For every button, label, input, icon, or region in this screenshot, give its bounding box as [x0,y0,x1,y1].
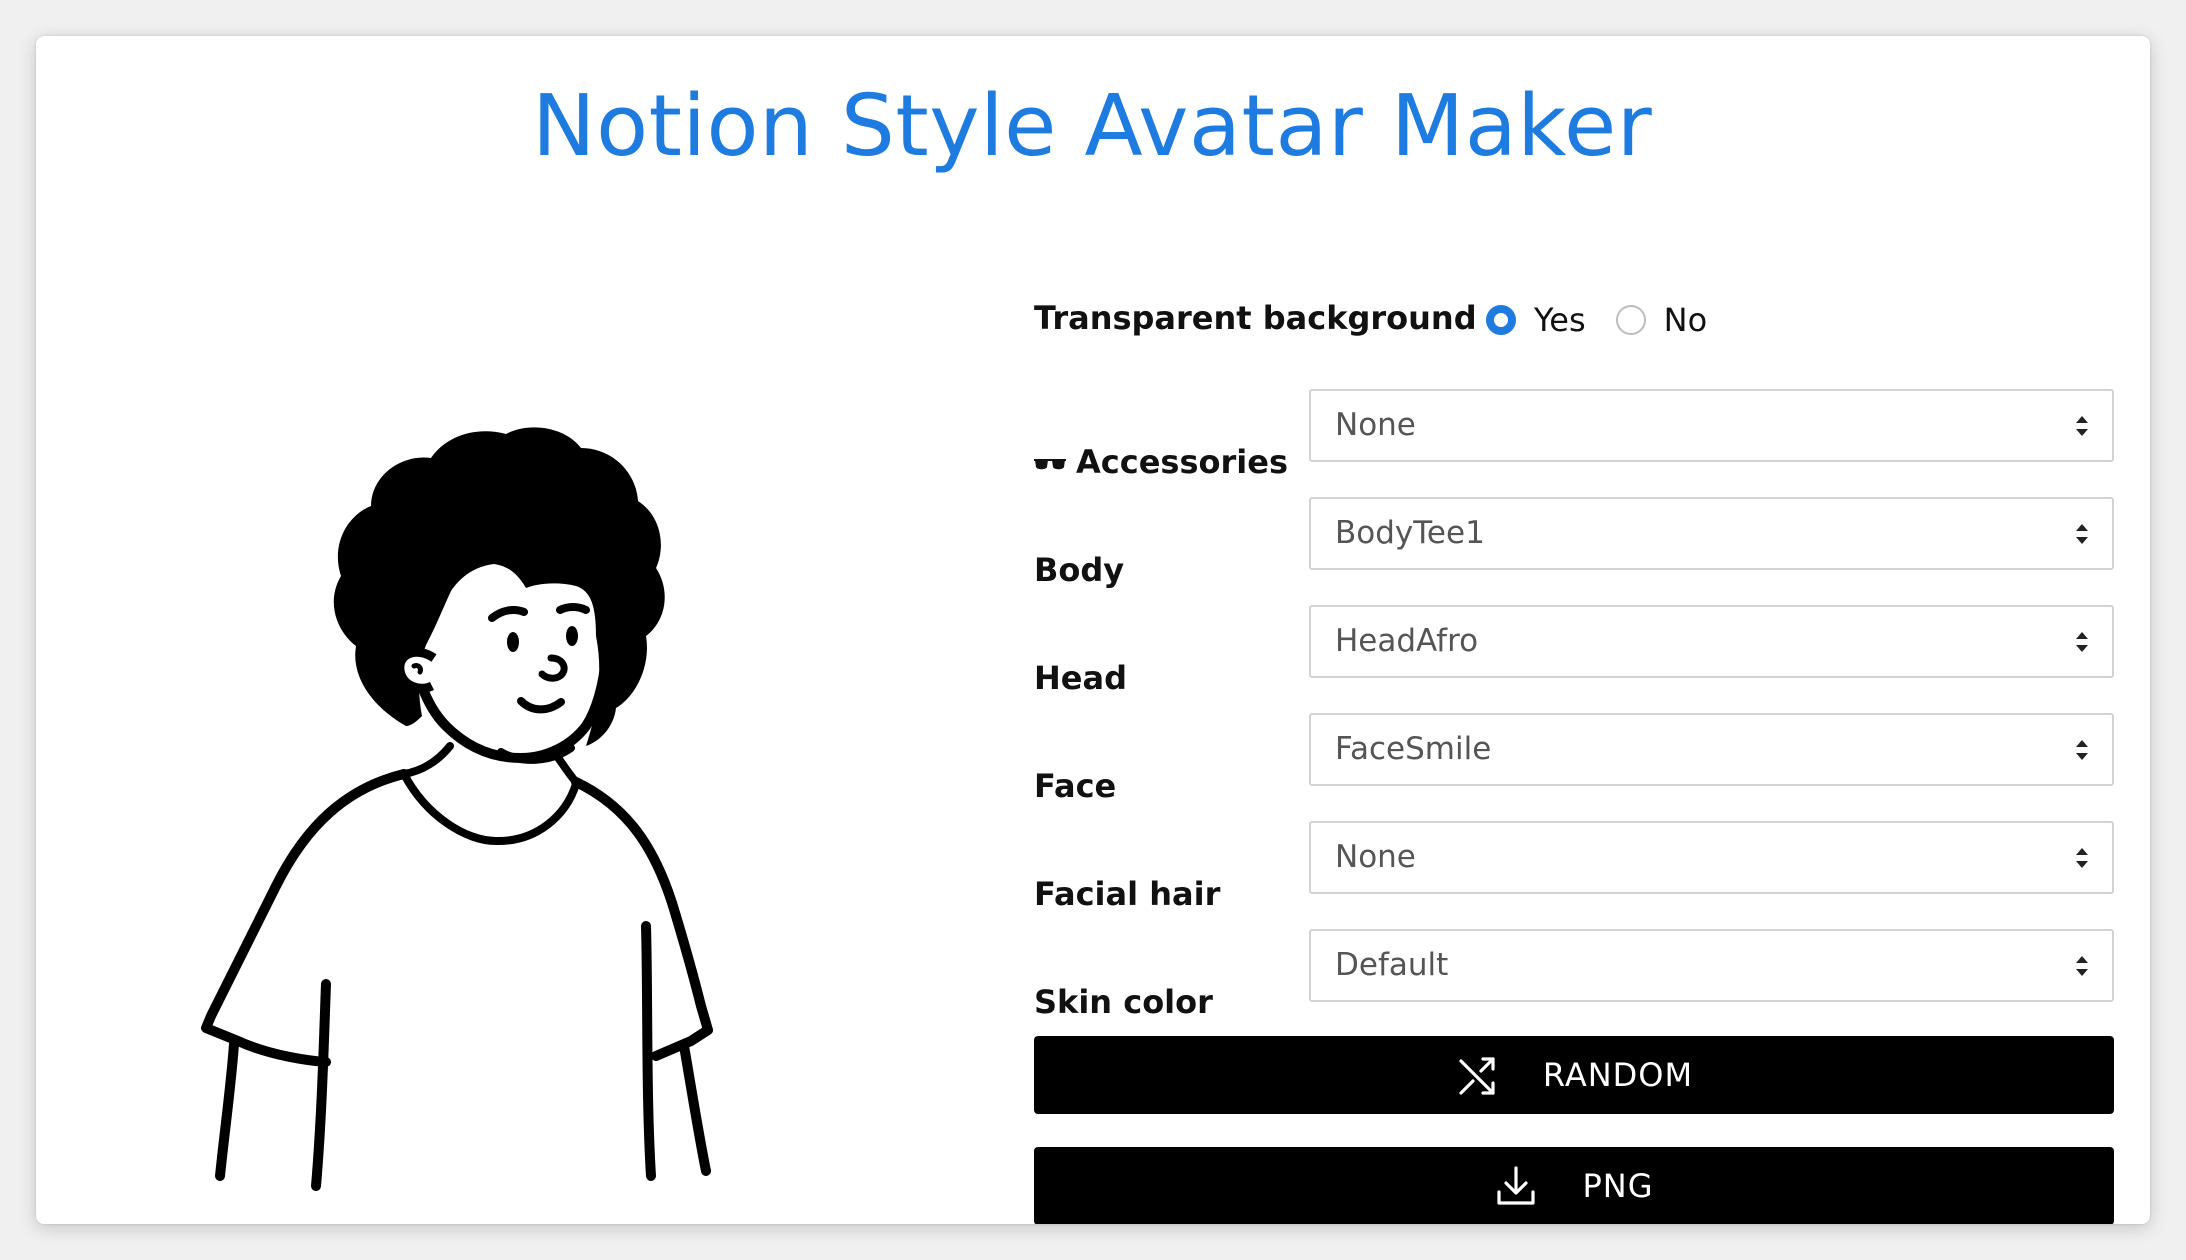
avatar-options-form: Transparent background Yes No Accessorie… [1034,36,2116,1224]
body-select-value: BodyTee1 [1335,515,1485,551]
head-select[interactable]: HeadAfro [1309,605,2114,678]
radio-no[interactable]: No [1615,301,1708,339]
transparent-background-label: Transparent background [1034,299,1477,337]
select-arrows-icon [2076,632,2088,652]
skin-color-select-value: Default [1335,947,1449,983]
radio-no-label: No [1663,301,1708,339]
random-button-label: RANDOM [1542,1056,1694,1094]
transparent-background-radio-group: Yes No [1486,300,1737,340]
png-download-button[interactable]: PNG [1034,1147,2114,1224]
body-label: Body [1034,551,1125,589]
random-button[interactable]: RANDOM [1034,1036,2114,1114]
accessories-select-value: None [1335,407,1416,443]
accessories-label: Accessories [1034,446,1288,478]
avatar-preview [201,427,713,1191]
accessories-label-text: Accessories [1076,443,1288,481]
accessories-select[interactable]: None [1309,389,2114,462]
download-icon [1497,1166,1536,1205]
select-arrows-icon [2076,848,2088,868]
select-arrows-icon [2076,416,2088,436]
face-label: Face [1034,767,1117,805]
radio-yes-label: Yes [1534,301,1586,339]
head-label: Head [1034,659,1127,697]
facial-hair-select[interactable]: None [1309,821,2114,894]
facial-hair-label: Facial hair [1034,875,1221,913]
shuffle-icon [1459,1057,1495,1095]
face-select[interactable]: FaceSmile [1309,713,2114,786]
png-button-label: PNG [1582,1167,1654,1205]
select-arrows-icon [2076,740,2088,760]
radio-yes[interactable]: Yes [1486,301,1586,339]
body-select[interactable]: BodyTee1 [1309,497,2114,570]
radio-no-button[interactable] [1615,305,1646,335]
skin-color-label: Skin color [1034,983,1213,1021]
select-arrows-icon [2076,956,2088,976]
face-select-value: FaceSmile [1335,731,1492,767]
radio-yes-button[interactable] [1486,305,1516,335]
skin-color-select[interactable]: Default [1309,929,2114,1002]
select-arrows-icon [2076,524,2088,544]
head-select-value: HeadAfro [1335,623,1479,659]
facial-hair-select-value: None [1335,839,1416,875]
app-window: Notion Style Avatar Maker Transparent ba… [36,36,2150,1224]
sunglasses-icon [1034,459,1066,470]
